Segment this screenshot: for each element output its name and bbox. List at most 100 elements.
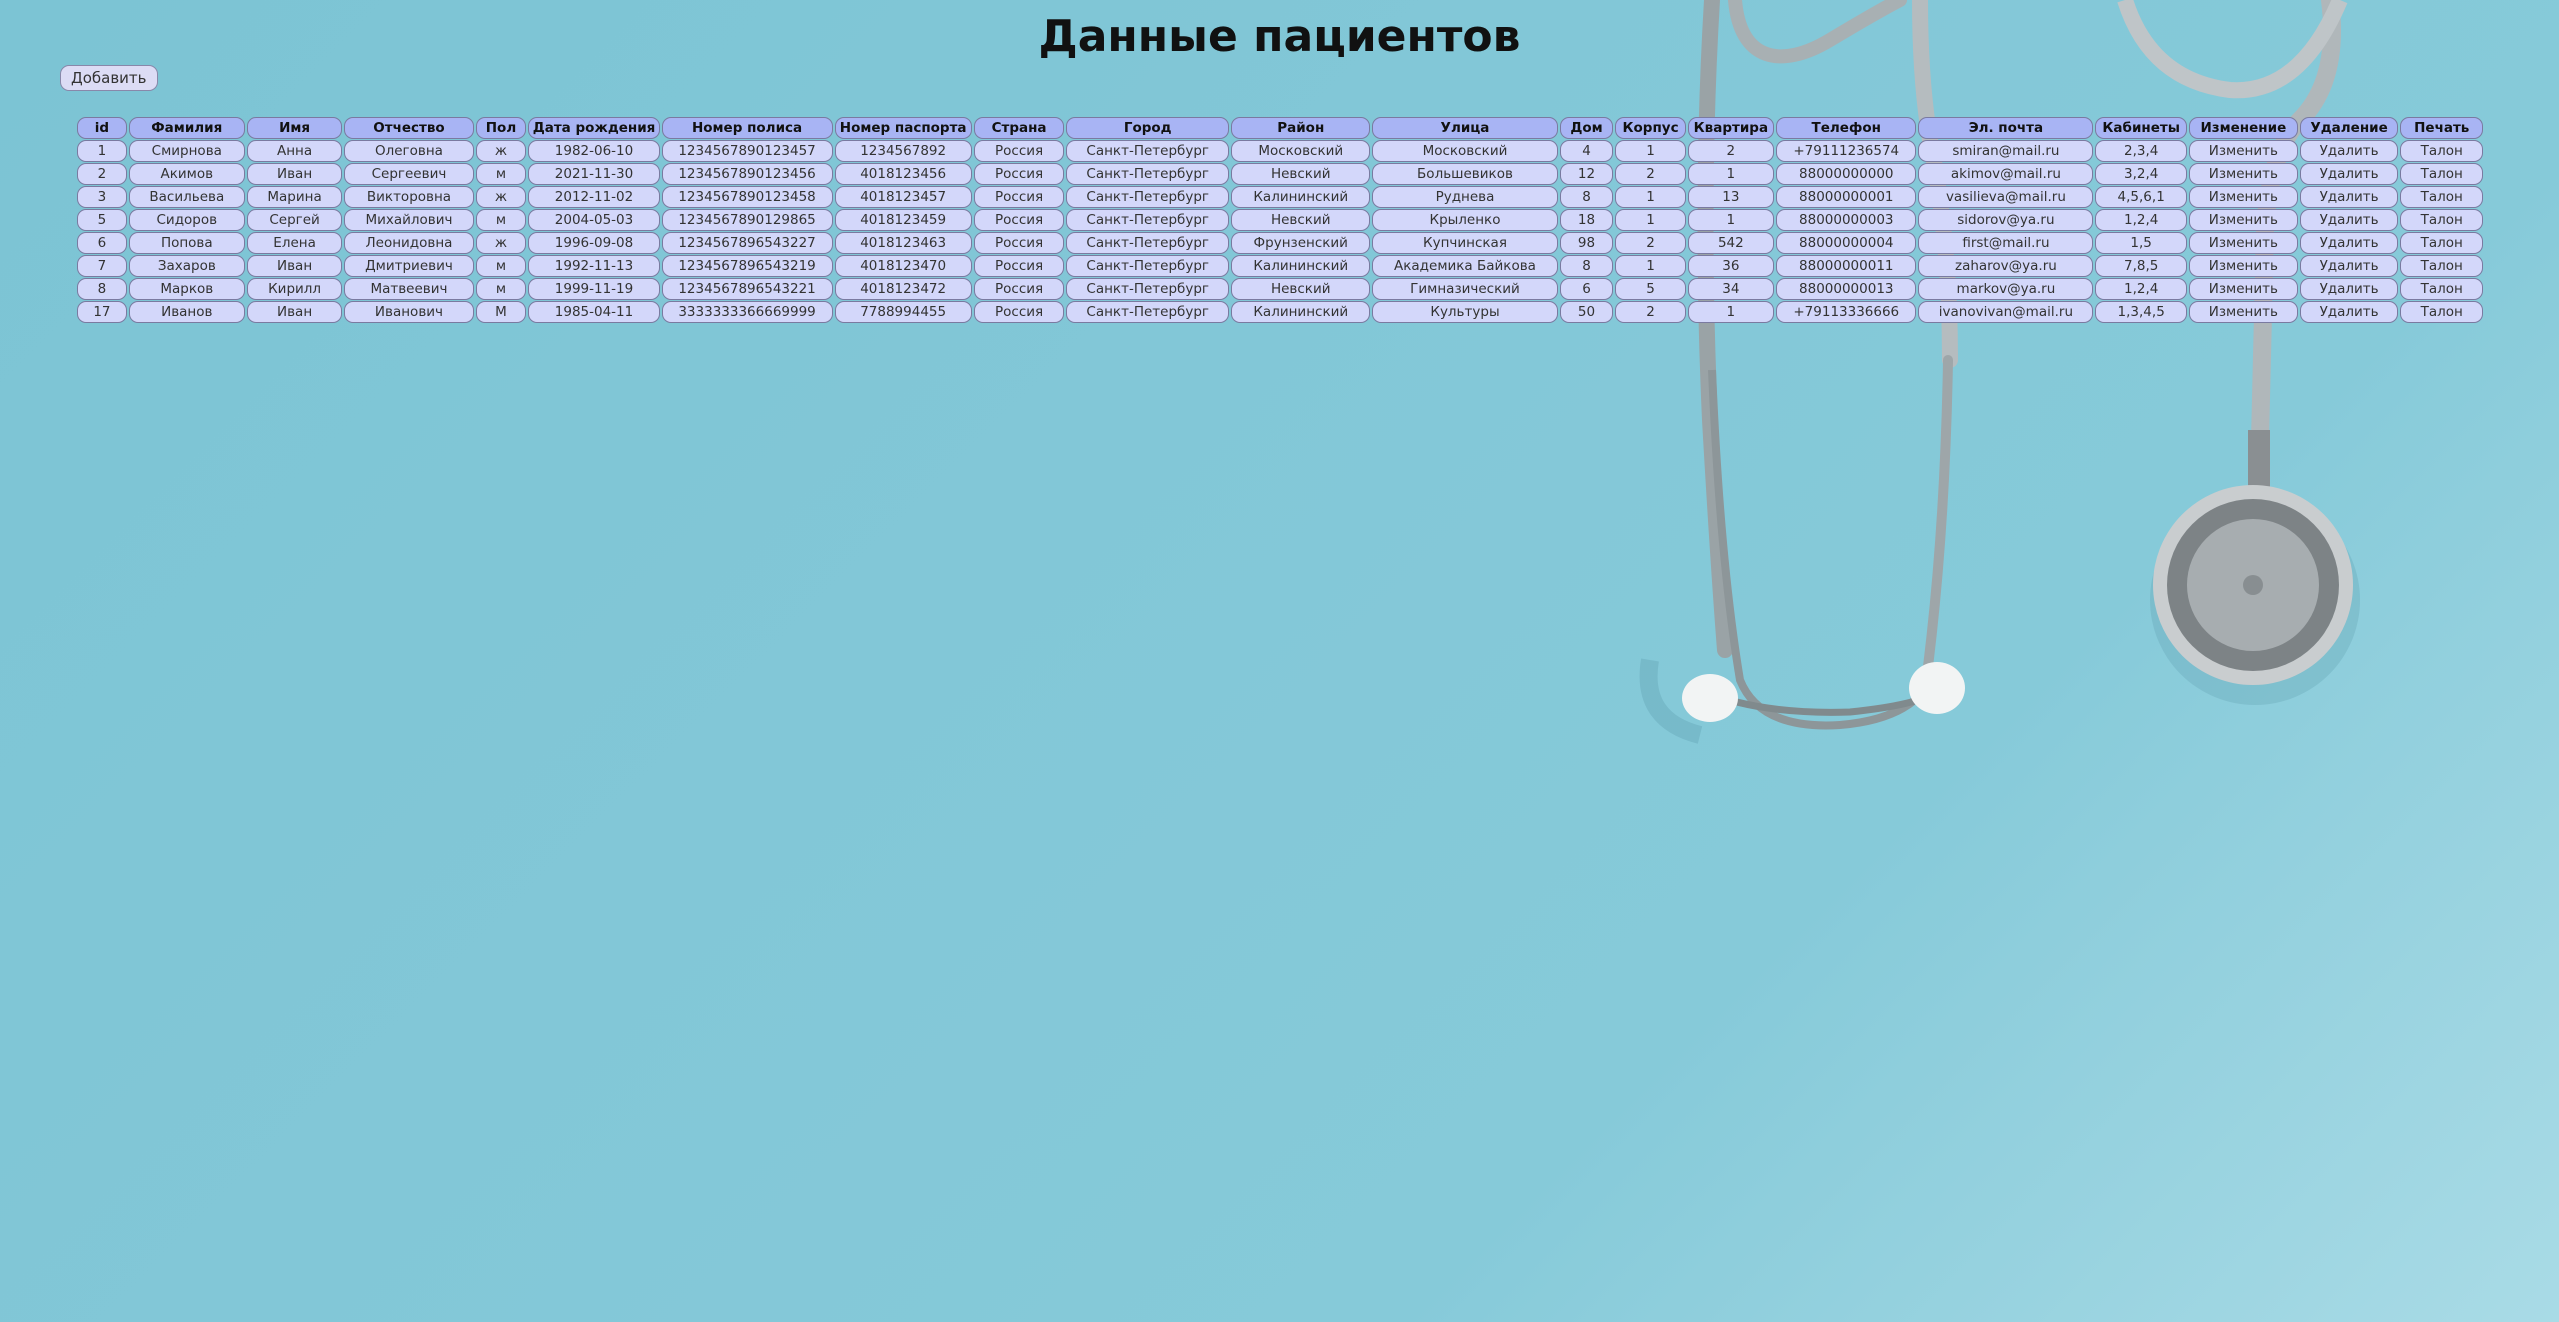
cell-house: 8 [1559,186,1614,208]
column-header-house: Дом [1559,117,1614,139]
edit-button[interactable]: Изменить [2188,186,2298,208]
print-button[interactable]: Талон [2400,209,2483,231]
cell-country: Россия [973,278,1065,300]
column-header-sex: Пол [475,117,527,139]
cell-district: Калининский [1231,301,1371,323]
cell-apartment: 1 [1687,209,1775,231]
cell-email: sidorov@ya.ru [1918,209,2094,231]
column-header-delete: Удаление [2299,117,2399,139]
cell-email: markov@ya.ru [1918,278,2094,300]
edit-button[interactable]: Изменить [2188,301,2298,323]
edit-button[interactable]: Изменить [2188,232,2298,254]
cell-rooms: 4,5,6,1 [2095,186,2187,208]
print-button[interactable]: Талон [2400,186,2483,208]
print-button[interactable]: Талон [2400,232,2483,254]
cell-last-name: Попова [128,232,245,254]
delete-button[interactable]: Удалить [2299,232,2399,254]
column-header-policy-number: Номер полиса [661,117,833,139]
edit-button[interactable]: Изменить [2188,278,2298,300]
cell-street: Московский [1372,140,1558,162]
delete-button[interactable]: Удалить [2299,163,2399,185]
cell-house: 98 [1559,232,1614,254]
cell-rooms: 1,2,4 [2095,209,2187,231]
cell-passport-number: 4018123472 [834,278,972,300]
cell-first-name: Иван [246,255,343,277]
cell-phone: +79113336666 [1776,301,1917,323]
column-header-last-name: Фамилия [128,117,245,139]
cell-building: 5 [1615,278,1686,300]
delete-button[interactable]: Удалить [2299,186,2399,208]
table-row: 7 Захаров Иван Дмитриевич м 1992-11-13 1234567… [77,255,2483,277]
cell-sex: м [475,209,527,231]
edit-button[interactable]: Изменить [2188,163,2298,185]
column-header-passport-number: Номер паспорта [834,117,972,139]
cell-city: Санкт-Петербург [1066,186,1230,208]
cell-apartment: 1 [1687,301,1775,323]
print-button[interactable]: Талон [2400,255,2483,277]
column-header-edit: Изменение [2188,117,2298,139]
edit-button[interactable]: Изменить [2188,209,2298,231]
cell-id: 3 [77,186,127,208]
cell-patronymic: Леонидовна [344,232,474,254]
cell-building: 2 [1615,232,1686,254]
cell-district: Невский [1231,209,1371,231]
cell-country: Россия [973,301,1065,323]
edit-button[interactable]: Изменить [2188,140,2298,162]
cell-sex: М [475,301,527,323]
cell-email: vasilieva@mail.ru [1918,186,2094,208]
column-header-first-name: Имя [246,117,343,139]
column-header-patronymic: Отчество [344,117,474,139]
delete-button[interactable]: Удалить [2299,140,2399,162]
cell-phone: 88000000000 [1776,163,1917,185]
cell-email: akimov@mail.ru [1918,163,2094,185]
cell-birth-date: 2012-11-02 [528,186,660,208]
cell-street: Большевиков [1372,163,1558,185]
cell-passport-number: 4018123456 [834,163,972,185]
cell-street: Культуры [1372,301,1558,323]
cell-id: 8 [77,278,127,300]
cell-sex: м [475,255,527,277]
table-row: 2 Акимов Иван Сергеевич м 2021-11-30 123456789… [77,163,2483,185]
table-row: 8 Марков Кирилл Матвеевич м 1999-11-19 1234567… [77,278,2483,300]
cell-email: smiran@mail.ru [1918,140,2094,162]
cell-city: Санкт-Петербург [1066,278,1230,300]
cell-passport-number: 1234567892 [834,140,972,162]
cell-birth-date: 1992-11-13 [528,255,660,277]
cell-email: ivanovivan@mail.ru [1918,301,2094,323]
print-button[interactable]: Талон [2400,163,2483,185]
print-button[interactable]: Талон [2400,301,2483,323]
cell-building: 2 [1615,163,1686,185]
delete-button[interactable]: Удалить [2299,209,2399,231]
column-header-city: Город [1066,117,1230,139]
cell-last-name: Иванов [128,301,245,323]
cell-birth-date: 1985-04-11 [528,301,660,323]
cell-first-name: Кирилл [246,278,343,300]
cell-rooms: 3,2,4 [2095,163,2187,185]
table-row: 1 Смирнова Анна Олеговна ж 1982-06-10 12345678… [77,140,2483,162]
cell-building: 1 [1615,255,1686,277]
cell-first-name: Сергей [246,209,343,231]
delete-button[interactable]: Удалить [2299,278,2399,300]
cell-phone: 88000000004 [1776,232,1917,254]
delete-button[interactable]: Удалить [2299,301,2399,323]
cell-house: 4 [1559,140,1614,162]
column-header-id: id [77,117,127,139]
table-row: 3 Васильева Марина Викторовна ж 2012-11-02 123… [77,186,2483,208]
cell-id: 7 [77,255,127,277]
patients-table: id Фамилия Имя Отчество Пол Дата рождения Номе… [75,116,2485,324]
edit-button[interactable]: Изменить [2188,255,2298,277]
cell-passport-number: 4018123459 [834,209,972,231]
cell-last-name: Смирнова [128,140,245,162]
print-button[interactable]: Талон [2400,278,2483,300]
column-header-rooms: Кабинеты [2095,117,2187,139]
cell-house: 18 [1559,209,1614,231]
cell-birth-date: 2021-11-30 [528,163,660,185]
cell-phone: +79111236574 [1776,140,1917,162]
print-button[interactable]: Талон [2400,140,2483,162]
cell-email: first@mail.ru [1918,232,2094,254]
add-patient-button[interactable]: Добавить [60,65,158,91]
table-row: 6 Попова Елена Леонидовна ж 1996-09-08 1234567… [77,232,2483,254]
cell-apartment: 542 [1687,232,1775,254]
delete-button[interactable]: Удалить [2299,255,2399,277]
cell-house: 6 [1559,278,1614,300]
